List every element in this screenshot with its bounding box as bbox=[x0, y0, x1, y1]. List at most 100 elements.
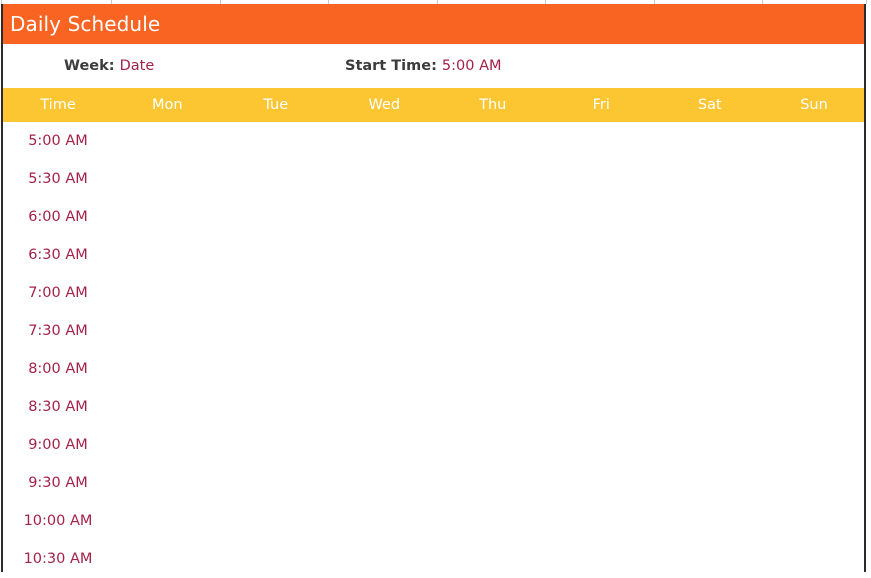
column-header-fri[interactable]: Fri bbox=[547, 88, 656, 122]
week-field[interactable]: Week: Date bbox=[64, 44, 154, 88]
schedule-cell-wed[interactable] bbox=[330, 122, 439, 160]
schedule-cell-mon[interactable] bbox=[113, 274, 222, 312]
time-slot-label[interactable]: 8:30 AM bbox=[3, 388, 113, 426]
schedule-cell-wed[interactable] bbox=[330, 274, 439, 312]
schedule-cell-tue[interactable] bbox=[222, 160, 331, 198]
schedule-cell-sat[interactable] bbox=[656, 426, 765, 464]
schedule-cell-fri[interactable] bbox=[547, 464, 656, 502]
time-slot-label[interactable]: 7:00 AM bbox=[3, 274, 113, 312]
column-header-sat[interactable]: Sat bbox=[656, 88, 765, 122]
schedule-cell-sun[interactable] bbox=[764, 540, 864, 578]
schedule-cell-sat[interactable] bbox=[656, 122, 765, 160]
schedule-cell-mon[interactable] bbox=[113, 198, 222, 236]
schedule-cell-tue[interactable] bbox=[222, 198, 331, 236]
schedule-cell-thu[interactable] bbox=[439, 198, 548, 236]
schedule-cell-thu[interactable] bbox=[439, 350, 548, 388]
schedule-cell-sun[interactable] bbox=[764, 312, 864, 350]
column-header-thu[interactable]: Thu bbox=[439, 88, 548, 122]
schedule-cell-thu[interactable] bbox=[439, 160, 548, 198]
schedule-cell-wed[interactable] bbox=[330, 426, 439, 464]
schedule-cell-thu[interactable] bbox=[439, 540, 548, 578]
schedule-cell-thu[interactable] bbox=[439, 426, 548, 464]
column-header-sun[interactable]: Sun bbox=[764, 88, 864, 122]
schedule-cell-wed[interactable] bbox=[330, 388, 439, 426]
week-value[interactable]: Date bbox=[120, 58, 155, 74]
schedule-cell-sun[interactable] bbox=[764, 198, 864, 236]
schedule-cell-sun[interactable] bbox=[764, 160, 864, 198]
schedule-cell-thu[interactable] bbox=[439, 502, 548, 540]
time-slot-label[interactable]: 6:30 AM bbox=[3, 236, 113, 274]
schedule-cell-mon[interactable] bbox=[113, 122, 222, 160]
schedule-cell-wed[interactable] bbox=[330, 464, 439, 502]
schedule-cell-thu[interactable] bbox=[439, 312, 548, 350]
schedule-cell-fri[interactable] bbox=[547, 312, 656, 350]
schedule-cell-wed[interactable] bbox=[330, 312, 439, 350]
column-header-mon[interactable]: Mon bbox=[113, 88, 222, 122]
schedule-cell-mon[interactable] bbox=[113, 160, 222, 198]
time-slot-label[interactable]: 10:30 AM bbox=[3, 540, 113, 578]
schedule-cell-mon[interactable] bbox=[113, 236, 222, 274]
schedule-cell-thu[interactable] bbox=[439, 236, 548, 274]
schedule-cell-sun[interactable] bbox=[764, 274, 864, 312]
time-slot-label[interactable]: 7:30 AM bbox=[3, 312, 113, 350]
schedule-cell-mon[interactable] bbox=[113, 464, 222, 502]
time-slot-label[interactable]: 8:00 AM bbox=[3, 350, 113, 388]
schedule-cell-tue[interactable] bbox=[222, 426, 331, 464]
schedule-cell-sat[interactable] bbox=[656, 388, 765, 426]
schedule-cell-mon[interactable] bbox=[113, 350, 222, 388]
schedule-cell-fri[interactable] bbox=[547, 198, 656, 236]
schedule-cell-wed[interactable] bbox=[330, 540, 439, 578]
schedule-cell-fri[interactable] bbox=[547, 122, 656, 160]
schedule-cell-sun[interactable] bbox=[764, 502, 864, 540]
schedule-cell-tue[interactable] bbox=[222, 350, 331, 388]
schedule-cell-sat[interactable] bbox=[656, 160, 765, 198]
time-slot-label[interactable]: 9:30 AM bbox=[3, 464, 113, 502]
schedule-cell-wed[interactable] bbox=[330, 160, 439, 198]
schedule-cell-thu[interactable] bbox=[439, 274, 548, 312]
time-slot-label[interactable]: 10:00 AM bbox=[3, 502, 113, 540]
schedule-cell-fri[interactable] bbox=[547, 350, 656, 388]
start-time-field[interactable]: Start Time: 5:00 AM bbox=[345, 44, 502, 88]
schedule-cell-sun[interactable] bbox=[764, 388, 864, 426]
time-slot-label[interactable]: 5:30 AM bbox=[3, 160, 113, 198]
schedule-cell-mon[interactable] bbox=[113, 502, 222, 540]
schedule-cell-fri[interactable] bbox=[547, 274, 656, 312]
schedule-cell-sat[interactable] bbox=[656, 350, 765, 388]
schedule-cell-fri[interactable] bbox=[547, 388, 656, 426]
schedule-cell-sat[interactable] bbox=[656, 502, 765, 540]
schedule-cell-sun[interactable] bbox=[764, 426, 864, 464]
schedule-cell-sun[interactable] bbox=[764, 464, 864, 502]
schedule-cell-mon[interactable] bbox=[113, 540, 222, 578]
schedule-cell-tue[interactable] bbox=[222, 312, 331, 350]
schedule-cell-sat[interactable] bbox=[656, 274, 765, 312]
schedule-cell-tue[interactable] bbox=[222, 274, 331, 312]
schedule-cell-wed[interactable] bbox=[330, 350, 439, 388]
schedule-cell-mon[interactable] bbox=[113, 388, 222, 426]
schedule-cell-wed[interactable] bbox=[330, 236, 439, 274]
time-slot-label[interactable]: 5:00 AM bbox=[3, 122, 113, 160]
schedule-cell-fri[interactable] bbox=[547, 502, 656, 540]
schedule-cell-sat[interactable] bbox=[656, 312, 765, 350]
schedule-cell-sun[interactable] bbox=[764, 236, 864, 274]
column-header-time[interactable]: Time bbox=[3, 88, 113, 122]
schedule-cell-tue[interactable] bbox=[222, 388, 331, 426]
schedule-cell-sat[interactable] bbox=[656, 464, 765, 502]
schedule-cell-tue[interactable] bbox=[222, 464, 331, 502]
schedule-cell-sat[interactable] bbox=[656, 198, 765, 236]
schedule-cell-sat[interactable] bbox=[656, 540, 765, 578]
column-header-tue[interactable]: Tue bbox=[222, 88, 331, 122]
start-time-value[interactable]: 5:00 AM bbox=[442, 58, 502, 74]
schedule-cell-sun[interactable] bbox=[764, 350, 864, 388]
schedule-cell-fri[interactable] bbox=[547, 540, 656, 578]
schedule-cell-thu[interactable] bbox=[439, 122, 548, 160]
schedule-cell-fri[interactable] bbox=[547, 236, 656, 274]
time-slot-label[interactable]: 9:00 AM bbox=[3, 426, 113, 464]
schedule-cell-fri[interactable] bbox=[547, 426, 656, 464]
schedule-cell-mon[interactable] bbox=[113, 312, 222, 350]
schedule-cell-thu[interactable] bbox=[439, 464, 548, 502]
column-header-wed[interactable]: Wed bbox=[330, 88, 439, 122]
time-slot-label[interactable]: 6:00 AM bbox=[3, 198, 113, 236]
schedule-cell-fri[interactable] bbox=[547, 160, 656, 198]
schedule-cell-tue[interactable] bbox=[222, 502, 331, 540]
schedule-cell-wed[interactable] bbox=[330, 502, 439, 540]
